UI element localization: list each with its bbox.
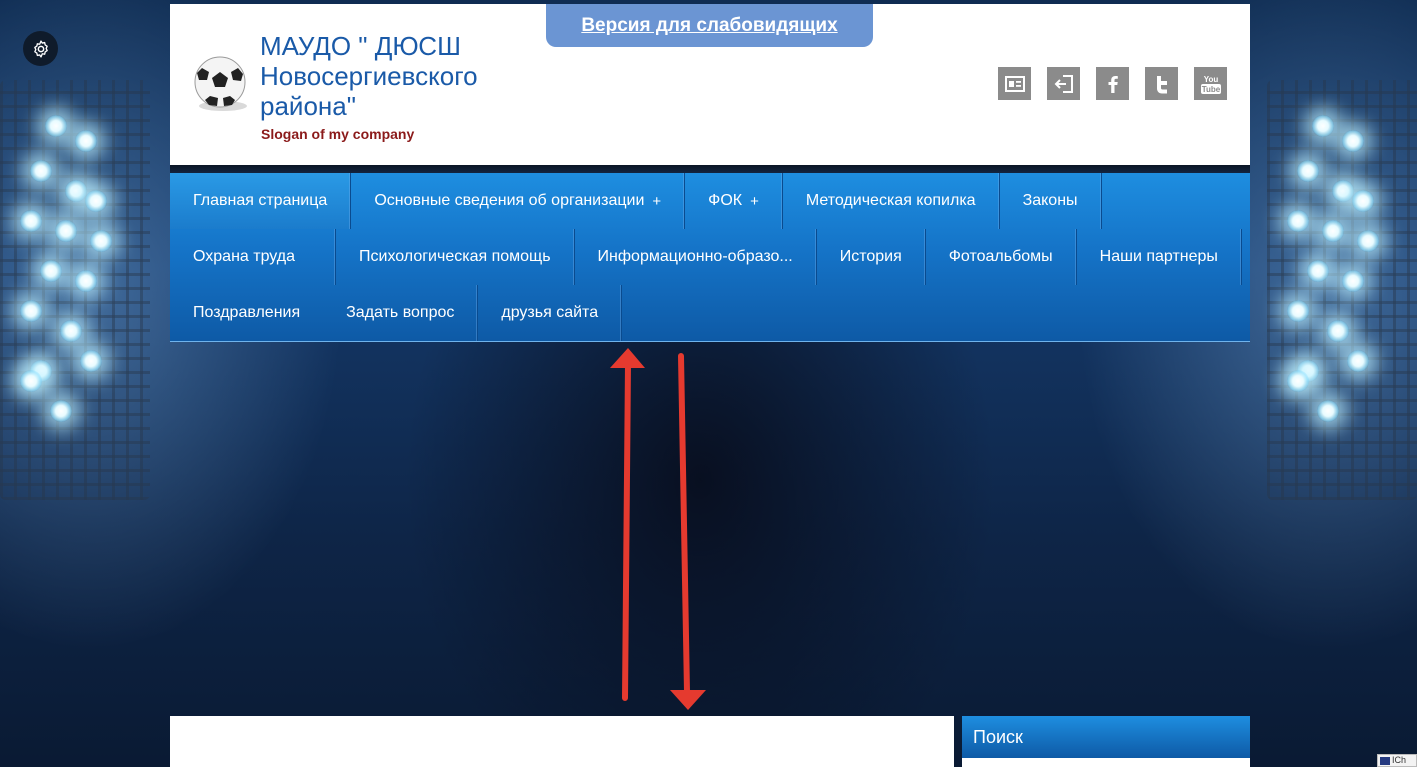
search-panel-body bbox=[962, 758, 1250, 767]
youtube-icon: You Tube bbox=[1200, 75, 1221, 94]
main-content-panel bbox=[170, 716, 954, 767]
stadium-light-bulb bbox=[1342, 270, 1364, 292]
nav-item-photo-albums[interactable]: Фотоальбомы bbox=[926, 229, 1077, 285]
nav-item-site-friends[interactable]: друзья сайта bbox=[478, 285, 623, 341]
stadium-light-bulb bbox=[1352, 190, 1374, 212]
stadium-light-bulb bbox=[1287, 300, 1309, 322]
nav-item-label: История bbox=[839, 248, 902, 265]
site-slogan: Slogan of my company bbox=[261, 126, 415, 142]
nav-item-label: Наши партнеры bbox=[1099, 248, 1218, 265]
nav-item-label: Психологическая помощь bbox=[359, 248, 551, 265]
stadium-lights-right bbox=[1257, 70, 1417, 510]
nav-item-info-education[interactable]: Информационно-образо... bbox=[575, 229, 817, 285]
login-button[interactable] bbox=[1047, 67, 1080, 100]
nav-item-label: друзья сайта bbox=[501, 304, 599, 321]
contact-card-icon bbox=[1004, 75, 1025, 92]
stadium-light-bulb bbox=[1312, 115, 1334, 137]
stadium-light-bulb bbox=[50, 400, 72, 422]
page-container: Версия для слабовидящих МАУДО " ДЮСШ Нов… bbox=[170, 4, 1250, 342]
down-arrow-annotation bbox=[670, 353, 706, 710]
nav-item-label: ФОК bbox=[708, 192, 743, 209]
stadium-light-bulb bbox=[1342, 130, 1364, 152]
nav-item-label: Законы bbox=[1022, 192, 1078, 209]
facebook-button[interactable] bbox=[1096, 67, 1129, 100]
stadium-light-bulb bbox=[65, 180, 87, 202]
up-arrow-annotation bbox=[610, 348, 645, 701]
stadium-light-bulb bbox=[60, 320, 82, 342]
login-icon bbox=[1054, 74, 1073, 93]
stadium-light-bulb bbox=[20, 210, 42, 232]
stadium-light-bulb bbox=[45, 115, 67, 137]
svg-text:Tube: Tube bbox=[1201, 85, 1220, 94]
low-vision-version-link[interactable]: Версия для слабовидящих bbox=[546, 4, 873, 47]
youtube-button[interactable]: You Tube bbox=[1194, 67, 1227, 100]
gear-icon bbox=[33, 39, 48, 58]
main-navigation: Главная страница Основные сведения об ор… bbox=[170, 173, 1250, 342]
nav-item-home[interactable]: Главная страница bbox=[170, 173, 352, 229]
search-sidebar-panel: Поиск bbox=[962, 716, 1250, 767]
stadium-light-bulb bbox=[85, 190, 107, 212]
nav-item-label: Методическая копилка bbox=[805, 192, 976, 209]
stadium-light-bulb bbox=[1347, 350, 1369, 372]
settings-gear-button[interactable] bbox=[23, 31, 58, 66]
nav-item-label: Фотоальбомы bbox=[948, 248, 1053, 265]
stadium-light-bulb bbox=[75, 130, 97, 152]
nav-item-labor-safety[interactable]: Охрана труда bbox=[170, 229, 336, 285]
twitter-button[interactable] bbox=[1145, 67, 1178, 100]
stadium-light-bulb bbox=[1317, 400, 1339, 422]
facebook-icon bbox=[1108, 75, 1118, 93]
stadium-light-bulb bbox=[1297, 160, 1319, 182]
nav-item-methodical[interactable]: Методическая копилка bbox=[783, 173, 1000, 229]
nav-item-label: Охрана труда bbox=[193, 248, 295, 265]
stadium-light-bulb bbox=[1327, 320, 1349, 342]
soccer-ball-logo[interactable] bbox=[190, 54, 250, 114]
nav-item-ask-question[interactable]: Задать вопрос bbox=[323, 285, 479, 341]
svg-text:You: You bbox=[1203, 75, 1218, 84]
stadium-light-bulb bbox=[55, 220, 77, 242]
site-header: Версия для слабовидящих МАУДО " ДЮСШ Нов… bbox=[170, 4, 1250, 165]
nav-item-congratulations[interactable]: Поздравления bbox=[170, 285, 323, 341]
stadium-light-bulb bbox=[30, 160, 52, 182]
nav-item-label: Информационно-образо... bbox=[597, 248, 793, 265]
stadium-light-bulb bbox=[20, 300, 42, 322]
nav-item-psychological-help[interactable]: Психологическая помощь bbox=[336, 229, 575, 285]
stadium-light-bulb bbox=[1322, 220, 1344, 242]
nav-item-partners[interactable]: Наши партнеры bbox=[1077, 229, 1242, 285]
stadium-light-bulb bbox=[1307, 260, 1329, 282]
nav-item-fok[interactable]: ФОК + bbox=[685, 173, 783, 229]
twitter-icon bbox=[1156, 75, 1167, 93]
search-panel-title: Поиск bbox=[962, 716, 1250, 758]
stadium-light-bulb bbox=[1332, 180, 1354, 202]
nav-item-label: Задать вопрос bbox=[346, 304, 455, 321]
stadium-light-bulb bbox=[40, 260, 62, 282]
stadium-light-bulb bbox=[1287, 370, 1309, 392]
nav-item-history[interactable]: История bbox=[817, 229, 926, 285]
stadium-lights-left bbox=[0, 70, 160, 510]
contact-card-button[interactable] bbox=[998, 67, 1031, 100]
stadium-light-bulb bbox=[75, 270, 97, 292]
stadium-light-bulb bbox=[90, 230, 112, 252]
stadium-light-bulb bbox=[80, 350, 102, 372]
site-title[interactable]: МАУДО " ДЮСШ Новосергиевского района" bbox=[260, 31, 540, 121]
corner-badge[interactable]: ICh bbox=[1377, 754, 1417, 767]
nav-item-organization-info[interactable]: Основные сведения об организации + bbox=[351, 173, 686, 229]
nav-top-shadow bbox=[170, 165, 1250, 173]
nav-item-laws[interactable]: Законы bbox=[1000, 173, 1102, 229]
submenu-plus-icon: + bbox=[652, 192, 662, 210]
stadium-light-bulb bbox=[1287, 210, 1309, 232]
stadium-light-bulb bbox=[1357, 230, 1379, 252]
submenu-plus-icon: + bbox=[750, 192, 759, 210]
nav-item-label: Поздравления bbox=[193, 304, 301, 321]
nav-item-label: Главная страница bbox=[193, 192, 328, 209]
stadium-light-bulb bbox=[20, 370, 42, 392]
social-links: You Tube bbox=[998, 67, 1227, 100]
nav-item-label: Основные сведения об организации bbox=[374, 192, 645, 209]
